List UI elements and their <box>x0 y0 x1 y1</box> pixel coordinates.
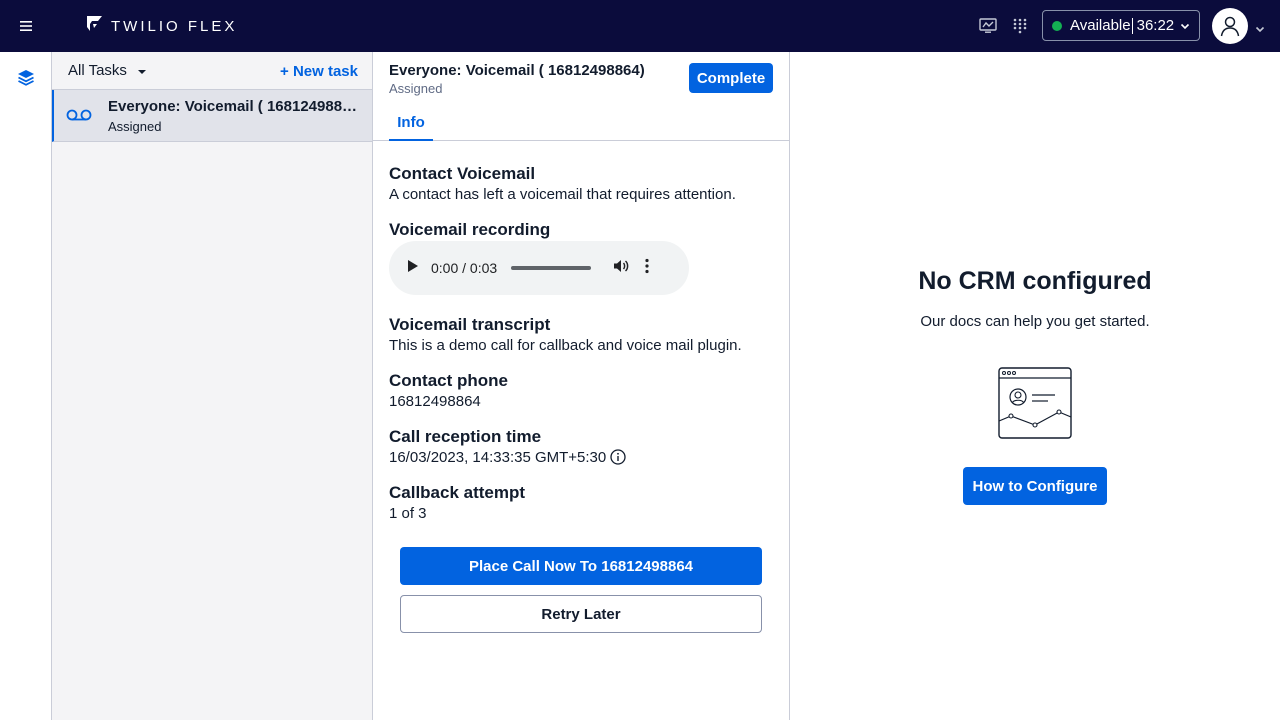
voicemail-recording-label: Voicemail recording <box>389 220 551 239</box>
caret-down-icon <box>137 62 147 79</box>
more-options-icon[interactable] <box>645 258 649 279</box>
task-title: Everyone: Voicemail ( 16812498864 ) <box>108 98 362 115</box>
contact-voicemail-label: Contact Voicemail <box>389 164 536 183</box>
hamburger-icon[interactable] <box>14 16 38 36</box>
contact-phone-value: 16812498864 <box>389 393 481 410</box>
how-to-configure-button[interactable]: How to Configure <box>963 467 1107 505</box>
volume-icon[interactable] <box>613 258 629 279</box>
browser-profile-illustration-icon <box>997 366 1073 445</box>
brand-name: TWILIO FLEX <box>111 17 238 35</box>
place-call-button[interactable]: Place Call Now To 16812498864 <box>400 547 762 585</box>
callback-attempt-value: 1 of 3 <box>389 505 427 522</box>
contact-voicemail-value: A contact has left a voicemail that requ… <box>389 186 736 203</box>
task-detail-title: Everyone: Voicemail ( 16812498864) <box>389 62 645 79</box>
voicemail-icon <box>66 108 92 127</box>
user-menu-chevron-icon[interactable] <box>1255 20 1265 38</box>
call-reception-time-value: 16/03/2023, 14:33:35 GMT+5:30 <box>389 449 607 466</box>
crm-panel: No CRM configured Our docs can help you … <box>790 52 1280 720</box>
voicemail-transcript-value: This is a demo call for callback and voi… <box>389 337 742 354</box>
audio-time: 0:00 / 0:03 <box>431 260 498 276</box>
twilio-logo-icon <box>86 15 103 37</box>
task-detail-status: Assigned <box>389 81 443 96</box>
chevron-down-icon <box>1180 17 1190 34</box>
task-filter-label: All Tasks <box>68 62 127 79</box>
task-status: Assigned <box>108 119 162 134</box>
info-icon[interactable] <box>610 449 626 469</box>
status-timer: 36:22 <box>1136 17 1175 34</box>
availability-status-dropdown[interactable]: Available 36:22 <box>1042 10 1200 41</box>
task-filter-dropdown[interactable]: All Tasks <box>68 62 147 79</box>
top-bar: TWILIO FLEX Available 36:22 <box>0 0 1280 52</box>
new-task-button[interactable]: + New task <box>280 63 358 80</box>
task-list-item[interactable]: Everyone: Voicemail ( 16812498864 ) Assi… <box>52 90 372 142</box>
task-list-header: All Tasks + New task <box>52 52 372 90</box>
user-avatar-icon[interactable] <box>1212 8 1248 44</box>
call-reception-time-row: 16/03/2023, 14:33:35 GMT+5:30 <box>389 449 626 469</box>
audio-progress-slider[interactable] <box>511 266 592 270</box>
audio-player: 0:00 / 0:03 <box>389 241 689 295</box>
status-label: Available <box>1070 17 1131 34</box>
callback-attempt-label: Callback attempt <box>389 483 526 502</box>
task-list-panel: All Tasks + New task Everyone: Voicemail… <box>52 52 373 720</box>
retry-later-button[interactable]: Retry Later <box>400 595 762 633</box>
crm-title: No CRM configured <box>918 267 1152 295</box>
complete-button[interactable]: Complete <box>689 63 773 93</box>
tab-info[interactable]: Info <box>389 104 433 141</box>
monitor-icon[interactable] <box>976 14 1000 38</box>
available-status-dot <box>1052 20 1062 31</box>
dialpad-icon[interactable] <box>1008 14 1032 38</box>
task-detail-panel: Everyone: Voicemail ( 16812498864) Assig… <box>373 52 790 720</box>
layers-icon[interactable] <box>16 68 36 88</box>
voicemail-transcript-label: Voicemail transcript <box>389 315 551 334</box>
play-icon[interactable] <box>407 259 419 278</box>
status-separator <box>1131 17 1133 34</box>
side-nav <box>0 52 52 720</box>
crm-subtitle: Our docs can help you get started. <box>920 313 1150 330</box>
task-tabs: Info <box>373 104 789 141</box>
brand: TWILIO FLEX <box>86 15 237 37</box>
call-reception-time-label: Call reception time <box>389 427 542 446</box>
contact-phone-label: Contact phone <box>389 371 508 390</box>
